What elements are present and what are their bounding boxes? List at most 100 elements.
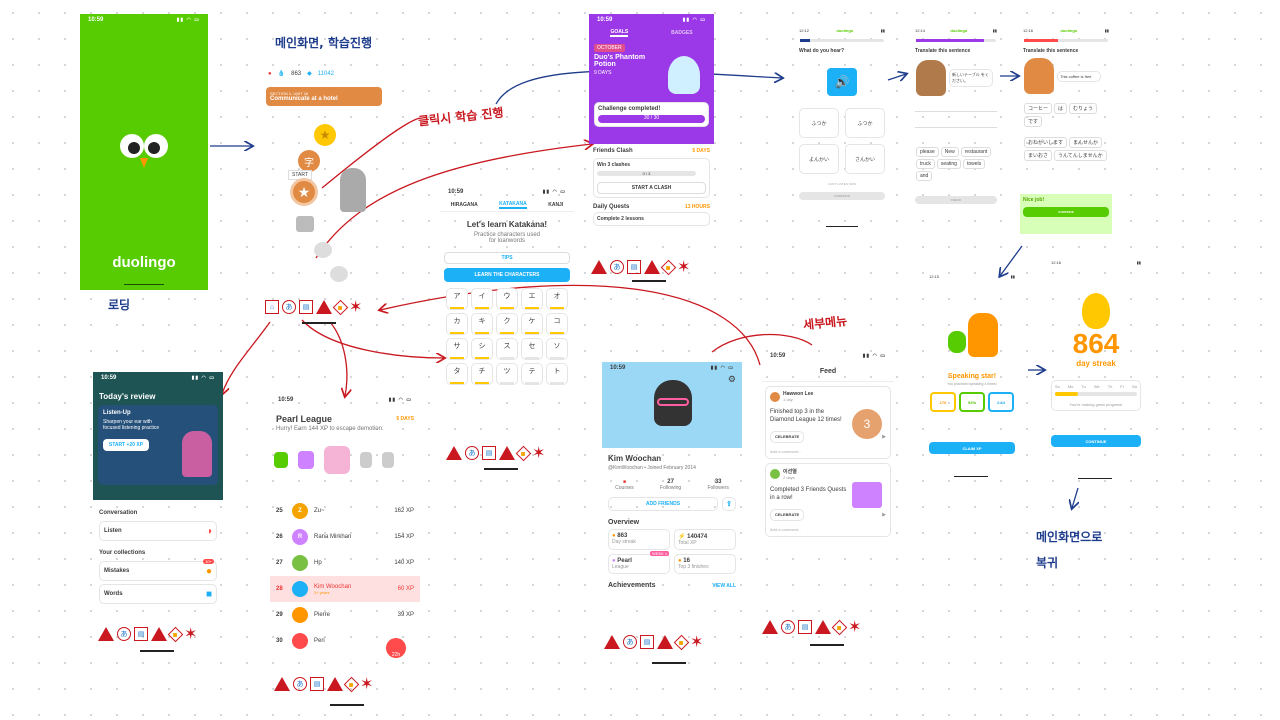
star-node[interactable]: ★ [314,124,336,146]
more-tab-icon[interactable]: ✶ [677,259,690,276]
answer-option[interactable]: よんかい [799,144,839,174]
kana-cell[interactable]: オ [546,288,568,310]
kana-cell[interactable]: ソ [546,338,568,360]
word-tile[interactable]: and [916,171,933,181]
table-row[interactable]: 28 Kim Woochan 3+ years 60 XP [270,576,420,602]
shop-tab-icon[interactable]: ◆ [660,259,677,275]
table-row[interactable]: 25 Z Zu~ 162 XP [270,498,420,524]
speaker-button[interactable]: 🔊 [827,68,857,96]
locked-node[interactable] [314,242,332,258]
more-tab-icon[interactable]: ✶ [690,634,703,651]
kana-cell[interactable]: セ [521,338,543,360]
celebrate-button[interactable]: CELEBRATE [770,430,805,443]
kana-tab-icon[interactable]: あ [282,300,296,314]
add-friends-button[interactable]: ADD FRIENDS [608,497,718,511]
kana-tab-icon[interactable]: あ [293,677,307,691]
tab-katakana[interactable]: KATAKANA [499,201,527,209]
kana-cell[interactable]: ク [496,313,518,335]
table-row[interactable]: 27 Hp 140 XP [270,550,420,576]
league-tab-icon[interactable]: ▤ [482,446,496,460]
kana-tab-icon[interactable]: あ [781,620,795,634]
more-tab-icon[interactable]: ✶ [184,626,197,643]
more-tab-icon[interactable]: ✶ [349,299,362,316]
settings-gear-icon[interactable]: ⚙ [728,374,736,385]
start-node[interactable]: ★ [290,178,318,206]
home-tab-icon[interactable] [98,627,114,641]
quest-tab-icon[interactable] [151,627,167,641]
start-xp-button[interactable]: START +20 XP [103,439,149,451]
continue-button[interactable]: CONTINUE [1051,435,1141,447]
tab-hiragana[interactable]: HIRAGANA [451,202,478,208]
word-tile[interactable]: seating [936,159,961,169]
kana-cell[interactable]: テ [521,363,543,385]
char-node[interactable]: 字 [298,150,320,172]
home-tab-icon[interactable] [762,620,778,634]
kana-cell[interactable]: ア [446,288,468,310]
kana-cell[interactable]: コ [546,313,568,335]
continue-button[interactable]: CONTINUE [1023,207,1109,217]
kana-tab-icon[interactable]: あ [117,627,131,641]
word-tile[interactable]: は [1054,103,1068,114]
kana-tab-icon[interactable]: あ [623,635,637,649]
kana-cell[interactable]: カ [446,313,468,335]
word-tile[interactable]: です [1024,116,1043,127]
tips-button[interactable]: TIPS [444,252,570,264]
quest-tab-icon[interactable] [644,260,660,274]
claim-xp-button[interactable]: CLAIM XP [929,442,1015,454]
league-tab-icon[interactable]: ▤ [134,627,148,641]
word-tile[interactable]: まんせんか [1069,137,1103,148]
listen-up-card[interactable]: Listen-Up Sharpen your ear with focused … [98,405,218,485]
tab-goals[interactable]: GOALS [610,29,629,37]
kana-cell[interactable]: チ [471,363,493,385]
answer-option[interactable]: ふつか [845,108,885,138]
word-tile[interactable]: おねがいします [1024,137,1068,148]
start-clash-button[interactable]: START A CLASH [597,182,706,194]
answer-option[interactable]: ふつか [799,108,839,138]
locked-node-2[interactable] [330,266,348,282]
word-tile[interactable]: please [916,147,939,157]
quest-tab-icon[interactable] [657,635,673,649]
shop-tab-icon[interactable]: ◆ [673,634,690,650]
home-tab-icon[interactable]: ⌂ [265,300,279,314]
table-row[interactable]: 29 Pierre 39 XP [270,602,420,628]
check-button[interactable]: CHECK [915,196,997,204]
home-tab-icon[interactable] [446,446,462,460]
league-tab-icon[interactable]: ▤ [627,260,641,274]
league-tab-icon[interactable]: ▤ [310,677,324,691]
kana-cell[interactable]: タ [446,363,468,385]
word-tile[interactable]: towels [962,159,986,169]
kana-tab-icon[interactable]: あ [610,260,624,274]
chat-bubble-badge[interactable]: 22h [386,638,406,658]
kana-cell[interactable]: ケ [521,313,543,335]
word-tile[interactable]: コーヒー [1024,103,1053,114]
shop-tab-icon[interactable]: ◆ [167,626,184,642]
words-item[interactable]: Words ■ [99,584,217,604]
tab-kanji[interactable]: KANJI [548,202,563,208]
word-tile[interactable]: restaurant [960,147,992,157]
home-tab-icon[interactable] [274,677,290,691]
shop-tab-icon[interactable]: ◆ [332,299,349,315]
shop-tab-icon[interactable]: ◆ [515,445,532,461]
more-tab-icon[interactable]: ✶ [532,445,545,462]
view-all-link[interactable]: VIEW ALL [712,583,736,589]
unit-banner[interactable]: SECTION 1, UNIT 16 Communicate at a hote… [266,87,382,106]
continue-button[interactable]: CONTINUE [799,192,885,200]
kana-cell[interactable]: ト [546,363,568,385]
listen-item[interactable]: Listen ◑ [99,521,217,541]
league-tab-icon[interactable]: ▤ [798,620,812,634]
more-tab-icon[interactable]: ✶ [360,676,373,693]
kana-cell[interactable]: ス [496,338,518,360]
word-tile[interactable]: New [940,147,959,157]
cant-listen-button[interactable]: CAN'T LISTEN NOW [796,182,888,186]
chest-icon[interactable] [296,216,314,232]
comment-input[interactable]: Add a comment... [770,527,886,532]
quest-tab-icon[interactable] [815,620,831,634]
kana-tab-icon[interactable]: あ [465,446,479,460]
kana-cell[interactable]: シ [471,338,493,360]
tab-badges[interactable]: BADGES [671,30,692,36]
kana-cell[interactable]: サ [446,338,468,360]
learn-characters-button[interactable]: LEARN THE CHARACTERS [444,268,570,282]
celebrate-button[interactable]: CELEBRATE [770,508,805,521]
kana-cell[interactable]: イ [471,288,493,310]
comment-input[interactable]: Add a comment... [770,449,886,454]
